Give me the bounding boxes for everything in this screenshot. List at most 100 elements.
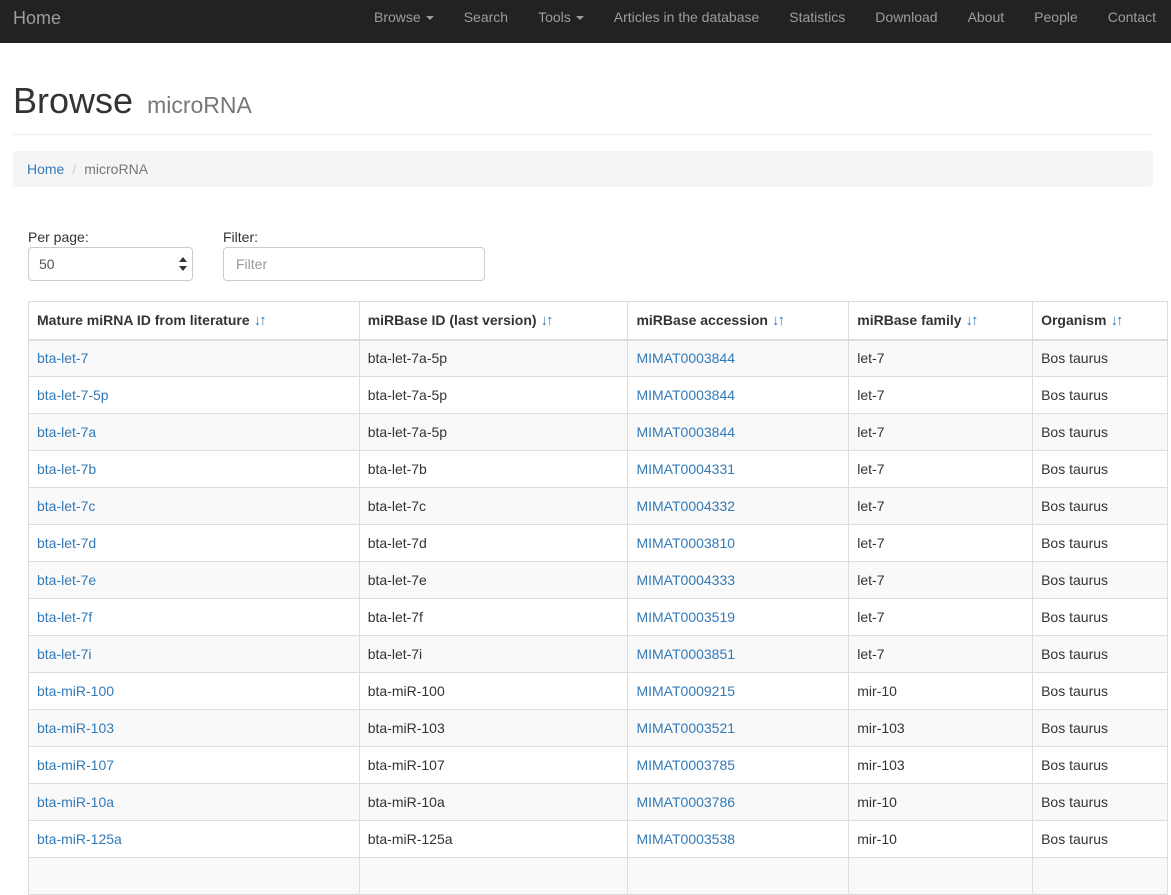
mirbase-id-text: bta-miR-100 xyxy=(367,683,445,699)
sort-arrows-icon[interactable]: ↓↑ xyxy=(772,312,785,329)
mirna-table: Mature miRNA ID from literature ↓↑ miRBase… xyxy=(28,301,1168,895)
cell-mirbase-accession: MIMAT0004333 xyxy=(627,561,850,599)
mirbase-id-text: bta-let-7a-5p xyxy=(367,387,448,403)
mirbase-accession-link[interactable]: MIMAT0003851 xyxy=(636,646,735,662)
breadcrumb-separator: / xyxy=(72,161,77,177)
cell-mirbase-id: bta-miR-10a xyxy=(358,783,629,821)
cell-mirbase-family: mir-10 xyxy=(848,783,1034,821)
mature-id-link[interactable]: bta-miR-125a xyxy=(37,831,122,847)
sort-arrows-icon[interactable]: ↓↑ xyxy=(254,312,267,329)
mature-id-link[interactable]: bta-let-7f xyxy=(37,609,92,625)
cell-mirbase-id: bta-let-7a-5p xyxy=(358,376,629,414)
sort-arrows-icon[interactable]: ↓↑ xyxy=(1110,312,1123,329)
organism-text: Bos taurus xyxy=(1041,572,1109,588)
mature-id-link[interactable]: bta-miR-100 xyxy=(37,683,114,699)
mature-id-link[interactable]: bta-let-7a xyxy=(37,424,96,440)
cell-mirbase-id: bta-let-7c xyxy=(358,487,629,525)
table-row: bta-let-7 bta-let-7a-5p MIMAT0003844 let-7 B… xyxy=(28,339,1168,377)
mature-id-link[interactable]: bta-let-7d xyxy=(37,535,96,551)
cell-mature-id: bta-miR-100 xyxy=(28,672,360,710)
mirbase-family-text: let-7 xyxy=(857,350,885,367)
mirbase-id-text: bta-let-7i xyxy=(367,646,423,662)
cell-mirbase-id: bta-let-7a-5p xyxy=(358,339,629,377)
mirbase-family-text: mir-10 xyxy=(857,683,897,699)
mirbase-family-text: mir-103 xyxy=(857,720,905,736)
column-header-mirbase-accession[interactable]: miRBase accession ↓↑ xyxy=(627,301,850,341)
nav-item-download[interactable]: Download xyxy=(860,0,952,43)
nav-item-contact[interactable]: Contact xyxy=(1093,0,1171,43)
organism-text: Bos taurus xyxy=(1041,720,1109,736)
cell-mirbase-accession: MIMAT0003844 xyxy=(627,413,850,451)
mirbase-family-text: let-7 xyxy=(857,535,885,551)
cell-mirbase-accession: MIMAT0004331 xyxy=(627,450,850,488)
nav-item-statistics[interactable]: Statistics xyxy=(774,0,860,43)
mirbase-accession-link[interactable]: MIMAT0003538 xyxy=(636,831,735,847)
mirbase-family-text: let-7 xyxy=(857,646,885,662)
cell-organism: Bos taurus xyxy=(1032,709,1168,747)
cell-organism: Bos taurus xyxy=(1032,487,1168,525)
mirbase-accession-link[interactable]: MIMAT0003844 xyxy=(636,424,735,440)
table-row: bta-let-7a bta-let-7a-5p MIMAT0003844 let-7… xyxy=(28,413,1168,451)
column-header-mirbase-id[interactable]: miRBase ID (last version) ↓↑ xyxy=(358,301,629,341)
mirbase-accession-link[interactable]: MIMAT0003844 xyxy=(636,350,735,366)
table-row: bta-let-7d bta-let-7d MIMAT0003810 let-7 Bos… xyxy=(28,524,1168,562)
table-row: bta-miR-107 bta-miR-107 MIMAT0003785 mir-10… xyxy=(28,746,1168,784)
nav-item-search[interactable]: Search xyxy=(449,0,523,43)
sort-arrows-icon[interactable]: ↓↑ xyxy=(541,312,554,329)
column-header-mature-id[interactable]: Mature miRNA ID from literature ↓↑ xyxy=(28,301,360,341)
mirbase-accession-link[interactable]: MIMAT0004333 xyxy=(636,572,735,588)
column-header-mirbase-family[interactable]: miRBase family ↓↑ xyxy=(848,301,1034,341)
mature-id-link[interactable]: bta-let-7i xyxy=(37,646,91,662)
breadcrumb-home-link[interactable]: Home xyxy=(27,161,64,177)
mature-id-link[interactable]: bta-let-7 xyxy=(37,350,88,366)
navbar-brand[interactable]: Home xyxy=(13,8,61,29)
cell-mirbase-id: bta-let-7i xyxy=(358,635,629,673)
table-row: bta-let-7i bta-let-7i MIMAT0003851 let-7 Bos… xyxy=(28,635,1168,673)
cell-mirbase-family: let-7 xyxy=(848,598,1034,636)
mature-id-link[interactable]: bta-miR-10a xyxy=(37,794,114,810)
mirbase-id-text: bta-let-7b xyxy=(367,461,427,477)
mirbase-accession-link[interactable]: MIMAT0003844 xyxy=(636,387,735,403)
mirbase-accession-link[interactable]: MIMAT0003810 xyxy=(636,535,735,551)
cell-mirbase-id xyxy=(358,857,629,895)
mirbase-accession-link[interactable]: MIMAT0004332 xyxy=(636,498,735,514)
mirbase-id-text: bta-miR-10a xyxy=(367,794,445,810)
mature-id-link[interactable]: bta-miR-107 xyxy=(37,757,114,773)
mirbase-family-text: mir-103 xyxy=(857,757,905,773)
mirbase-accession-link[interactable]: MIMAT0003786 xyxy=(636,794,735,810)
nav-item-about[interactable]: About xyxy=(953,0,1020,43)
mature-id-link[interactable]: bta-let-7-5p xyxy=(37,387,109,403)
mirbase-accession-link[interactable]: MIMAT0009215 xyxy=(636,683,735,699)
per-page-select[interactable]: 50 xyxy=(28,247,193,281)
filter-input[interactable] xyxy=(223,247,485,281)
mirbase-accession-link[interactable]: MIMAT0004331 xyxy=(636,461,735,477)
mirbase-family-text: let-7 xyxy=(857,498,885,514)
sort-arrows-icon[interactable]: ↓↑ xyxy=(966,312,979,329)
mature-id-link[interactable]: bta-let-7e xyxy=(37,572,96,588)
nav-item-tools[interactable]: Tools xyxy=(523,0,599,43)
nav-item-people[interactable]: People xyxy=(1019,0,1093,43)
mirbase-id-text: bta-let-7c xyxy=(367,498,427,514)
table-row: bta-let-7c bta-let-7c MIMAT0004332 let-7 Bos… xyxy=(28,487,1168,525)
column-header-label: Mature miRNA ID from literature xyxy=(37,311,250,328)
cell-organism: Bos taurus xyxy=(1032,672,1168,710)
column-header-organism[interactable]: Organism ↓↑ xyxy=(1032,301,1168,341)
mirbase-id-text: bta-let-7d xyxy=(367,535,427,551)
cell-mirbase-accession: MIMAT0004332 xyxy=(627,487,850,525)
mirbase-accession-link[interactable]: MIMAT0003785 xyxy=(636,757,735,773)
cell-organism xyxy=(1032,857,1168,895)
table-body: bta-let-7 bta-let-7a-5p MIMAT0003844 let-7 B… xyxy=(28,339,1168,895)
mature-id-link[interactable]: bta-let-7b xyxy=(37,461,96,477)
cell-organism: Bos taurus xyxy=(1032,746,1168,784)
column-header-label: Organism xyxy=(1041,311,1107,328)
mirbase-accession-link[interactable]: MIMAT0003521 xyxy=(636,720,735,736)
mirbase-id-text: bta-let-7e xyxy=(367,572,427,588)
mature-id-link[interactable]: bta-let-7c xyxy=(37,498,95,514)
mature-id-link[interactable]: bta-miR-103 xyxy=(37,720,114,736)
nav-item-browse[interactable]: Browse xyxy=(359,0,449,43)
mirbase-accession-link[interactable]: MIMAT0003519 xyxy=(636,609,735,625)
table-row: bta-let-7-5p bta-let-7a-5p MIMAT0003844 let… xyxy=(28,376,1168,414)
breadcrumb-current: microRNA xyxy=(84,161,149,177)
nav-item-articles-in-the-database[interactable]: Articles in the database xyxy=(599,0,775,43)
table-row: bta-miR-103 bta-miR-103 MIMAT0003521 mir-10… xyxy=(28,709,1168,747)
